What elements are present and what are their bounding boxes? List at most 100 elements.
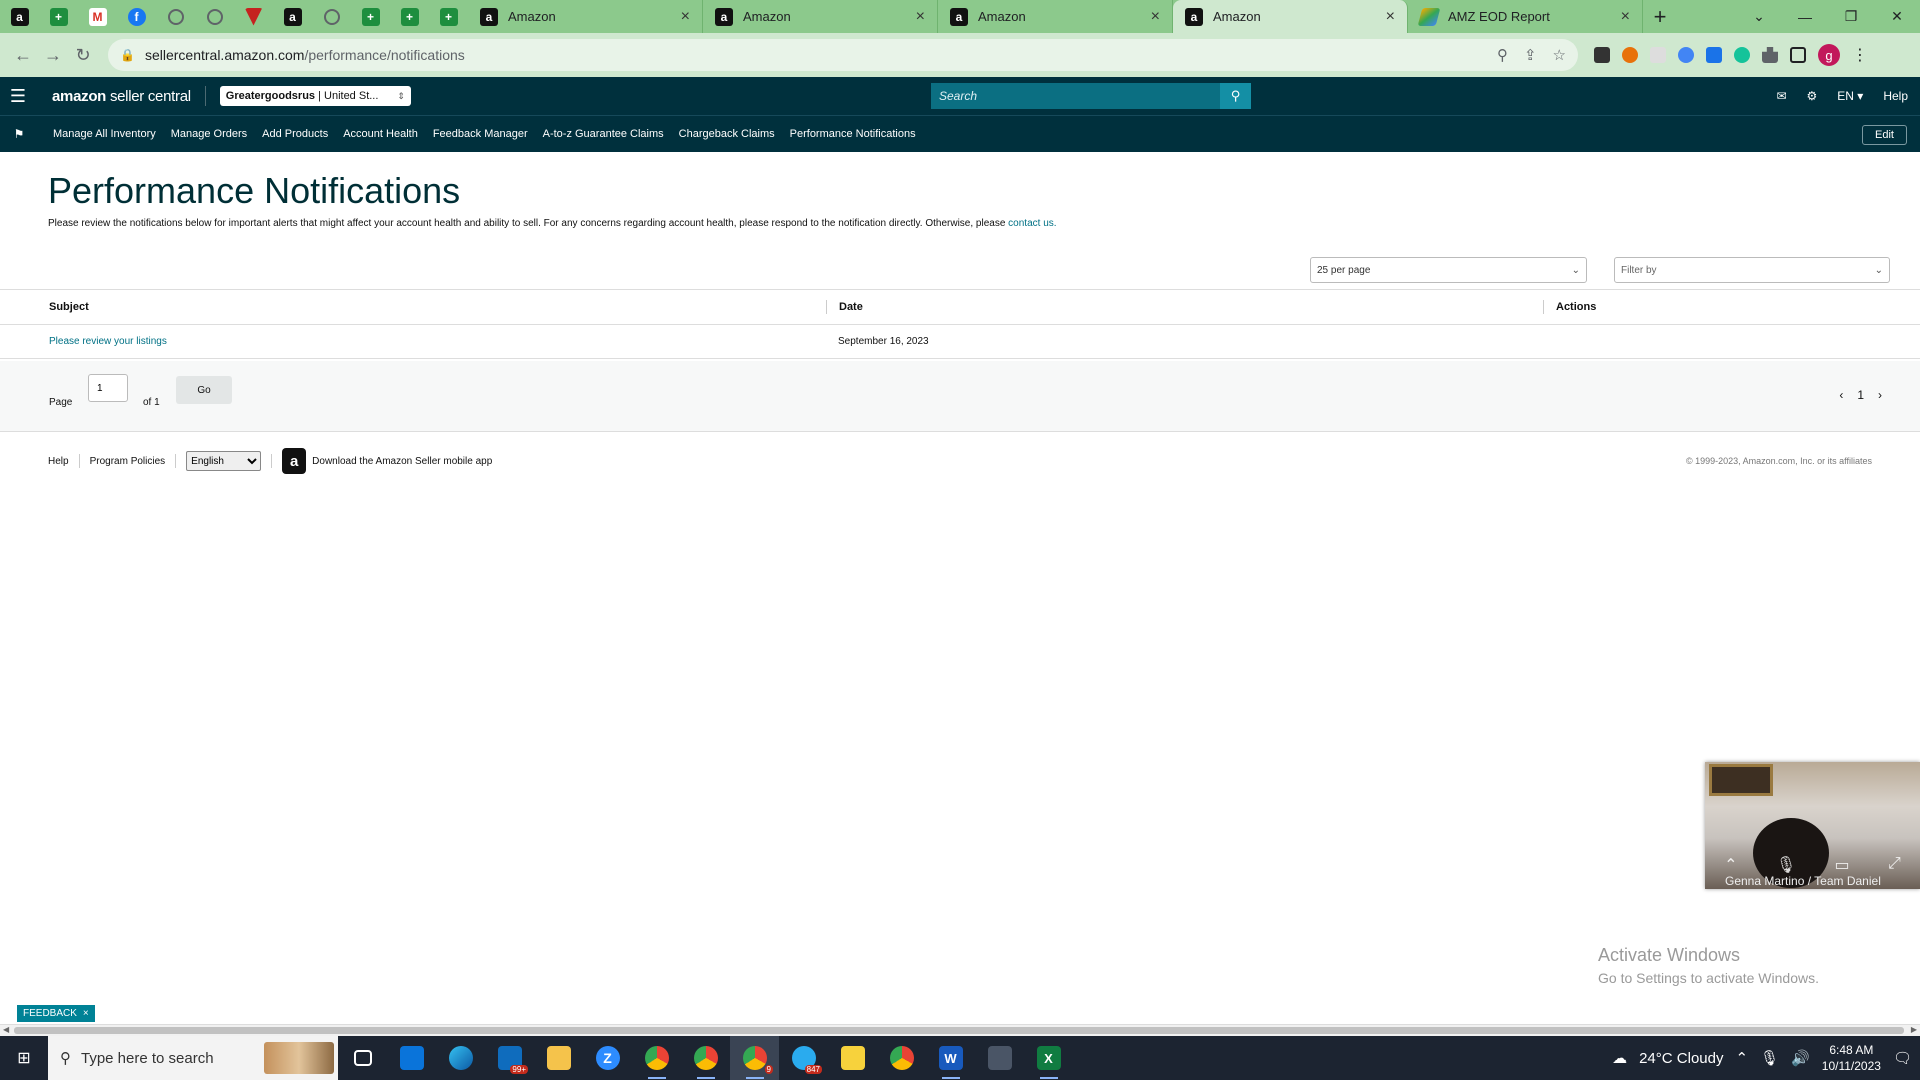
- nav-link-chargeback-claims[interactable]: Chargeback Claims: [679, 128, 775, 140]
- filter-select[interactable]: Filter by ⌄: [1614, 257, 1890, 283]
- pinned-tab-facebook[interactable]: f: [117, 0, 156, 33]
- mail-icon[interactable]: ✉: [1776, 89, 1786, 103]
- browser-tab-active[interactable]: a Amazon ×: [1173, 0, 1408, 33]
- side-panel-icon[interactable]: [1790, 47, 1806, 63]
- current-page-number[interactable]: 1: [1857, 388, 1864, 402]
- search-input[interactable]: [931, 83, 1220, 109]
- extension-blue-icon[interactable]: [1678, 47, 1694, 63]
- page-number-input[interactable]: [88, 374, 128, 402]
- chevron-up-icon[interactable]: ⌃: [1735, 1049, 1748, 1067]
- share-icon[interactable]: ⇪: [1524, 46, 1537, 64]
- pinned-tab-sheets[interactable]: +: [351, 0, 390, 33]
- restore-button[interactable]: ❐: [1828, 0, 1874, 33]
- expand-up-icon[interactable]: ⌃: [1724, 855, 1737, 875]
- puzzle-icon[interactable]: [1762, 47, 1778, 63]
- zoom-icon[interactable]: ⚲: [1497, 46, 1508, 64]
- speaker-icon[interactable]: 🔊: [1791, 1049, 1810, 1067]
- kebab-menu-icon[interactable]: ⋮: [1852, 45, 1868, 65]
- popout-icon[interactable]: ⤢: [1888, 855, 1901, 875]
- seller-central-logo[interactable]: amazon seller central: [52, 88, 191, 105]
- microphone-icon[interactable]: 🎙: [1760, 1049, 1779, 1067]
- excel-icon[interactable]: X: [1024, 1036, 1073, 1080]
- video-call-overlay[interactable]: ⌃ 🎙 ▭ ⤢ Genna Martino / Team Daniel: [1705, 762, 1920, 889]
- browser-tab[interactable]: a Amazon ×: [938, 0, 1173, 33]
- footer-help-link[interactable]: Help: [48, 456, 69, 467]
- nav-link-add-products[interactable]: Add Products: [262, 128, 328, 140]
- account-switcher[interactable]: Greatergoodsrus | United St... ⇕: [219, 86, 411, 106]
- chrome-icon[interactable]: [877, 1036, 926, 1080]
- pinned-tab-sheets[interactable]: +: [39, 0, 78, 33]
- forward-button[interactable]: →: [38, 40, 68, 70]
- store-icon[interactable]: [387, 1036, 436, 1080]
- pinned-tab-globe[interactable]: [195, 0, 234, 33]
- hamburger-menu-icon[interactable]: ☰: [0, 86, 36, 107]
- bookmark-star-icon[interactable]: ☆: [1553, 46, 1566, 64]
- scroll-right-icon[interactable]: ▶: [1911, 1025, 1917, 1034]
- extension-pencil-icon[interactable]: [1650, 47, 1666, 63]
- lock-icon[interactable]: 🔒: [120, 48, 135, 62]
- grammarly-icon[interactable]: [1734, 47, 1750, 63]
- close-icon[interactable]: ×: [83, 1008, 89, 1019]
- scroll-left-icon[interactable]: ◀: [3, 1025, 9, 1034]
- camera-icon[interactable]: ▭: [1835, 855, 1850, 875]
- new-tab-button[interactable]: +: [1643, 4, 1677, 30]
- edge-icon[interactable]: [436, 1036, 485, 1080]
- nav-link-a-to-z-claims[interactable]: A-to-z Guarantee Claims: [543, 128, 664, 140]
- pinned-tab-globe[interactable]: [312, 0, 351, 33]
- close-icon[interactable]: ×: [1386, 8, 1395, 26]
- back-button[interactable]: ←: [8, 40, 38, 70]
- amazon-app-icon[interactable]: a: [282, 448, 307, 474]
- weather-cloud-icon[interactable]: ☁: [1612, 1049, 1627, 1067]
- close-icon[interactable]: ×: [1151, 8, 1160, 26]
- notification-center-icon[interactable]: 🗨: [1893, 1049, 1912, 1067]
- close-icon[interactable]: ×: [916, 8, 925, 26]
- extension-off-icon[interactable]: [1594, 47, 1610, 63]
- task-view-icon[interactable]: [338, 1036, 387, 1080]
- search-button[interactable]: ⚲: [1220, 83, 1251, 109]
- chevron-right-icon[interactable]: ›: [1878, 388, 1882, 402]
- program-policies-link[interactable]: Program Policies: [90, 456, 166, 467]
- nav-link-manage-orders[interactable]: Manage Orders: [171, 128, 247, 140]
- chrome-icon[interactable]: [632, 1036, 681, 1080]
- pinned-tab-globe[interactable]: [156, 0, 195, 33]
- calculator-icon[interactable]: [975, 1036, 1024, 1080]
- profile-avatar[interactable]: g: [1818, 44, 1840, 66]
- pinned-tab-sheets[interactable]: +: [429, 0, 468, 33]
- horizontal-scrollbar[interactable]: ◀ ▶: [0, 1024, 1920, 1036]
- pinned-tab-amazon[interactable]: a: [273, 0, 312, 33]
- settings-gear-icon[interactable]: ⚙: [1807, 89, 1818, 103]
- windows-start-icon[interactable]: ⊞: [0, 1036, 48, 1080]
- extension-orange-icon[interactable]: [1622, 47, 1638, 63]
- pinned-tab-sheets[interactable]: +: [390, 0, 429, 33]
- language-selector[interactable]: EN ▾: [1837, 89, 1863, 103]
- nav-link-account-health[interactable]: Account Health: [343, 128, 418, 140]
- taskbar-search[interactable]: ⚲ Type here to search: [48, 1036, 338, 1080]
- pinned-tab-gmail[interactable]: M: [78, 0, 117, 33]
- chrome-icon-active[interactable]: 9: [730, 1036, 779, 1080]
- feedback-button[interactable]: FEEDBACK ×: [17, 1005, 95, 1022]
- pinned-tab-red[interactable]: [234, 0, 273, 33]
- download-app-link[interactable]: Download the Amazon Seller mobile app: [312, 456, 492, 467]
- extension-translate-icon[interactable]: [1706, 47, 1722, 63]
- minimize-button[interactable]: —: [1782, 0, 1828, 33]
- mail-icon[interactable]: 99+: [485, 1036, 534, 1080]
- browser-tab[interactable]: AMZ EOD Report ×: [1408, 0, 1643, 33]
- nav-link-performance-notifications[interactable]: Performance Notifications: [790, 128, 916, 140]
- close-icon[interactable]: ×: [1621, 8, 1630, 26]
- chrome-icon[interactable]: [681, 1036, 730, 1080]
- per-page-select[interactable]: 25 per page ⌄: [1310, 257, 1587, 283]
- contact-us-link[interactable]: contact us.: [1008, 218, 1056, 229]
- word-icon[interactable]: W: [926, 1036, 975, 1080]
- telegram-icon[interactable]: 847: [779, 1036, 828, 1080]
- help-link[interactable]: Help: [1883, 89, 1908, 103]
- close-window-button[interactable]: ✕: [1874, 0, 1920, 33]
- bookmark-icon[interactable]: ⚑: [0, 127, 38, 141]
- url-bar[interactable]: 🔒 sellercentral.amazon.com/performance/n…: [108, 39, 1578, 71]
- tab-search-icon[interactable]: ⌄: [1736, 0, 1782, 33]
- close-icon[interactable]: ×: [681, 8, 690, 26]
- reload-button[interactable]: ↻: [68, 40, 98, 70]
- go-button[interactable]: Go: [176, 376, 232, 404]
- sticky-notes-icon[interactable]: [828, 1036, 877, 1080]
- pinned-tab-amazon[interactable]: a: [0, 0, 39, 33]
- edit-nav-button[interactable]: Edit: [1862, 125, 1907, 145]
